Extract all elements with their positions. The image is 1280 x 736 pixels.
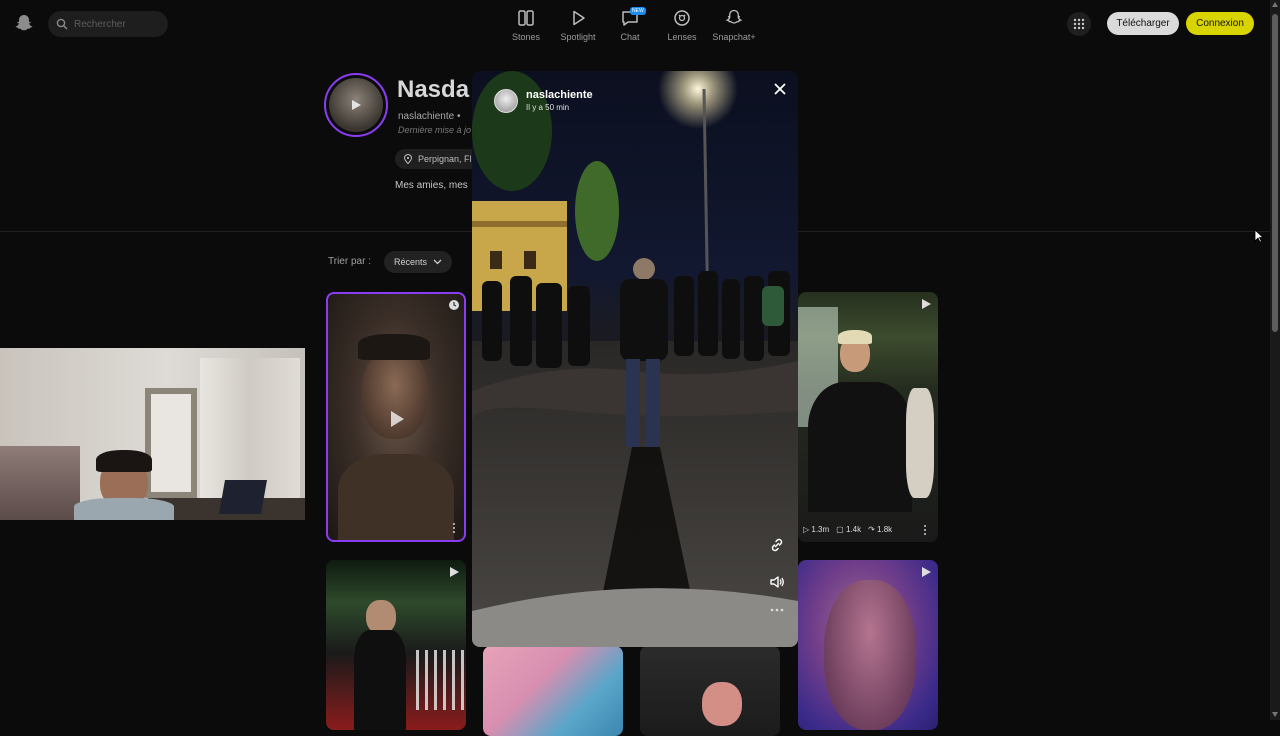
nav-chat[interactable]: NEW Chat — [604, 7, 656, 42]
search-icon — [56, 18, 68, 30]
webcam-overlay — [0, 348, 305, 520]
profile-bio: Mes amies, mes — [395, 180, 468, 191]
nav-lenses-label: Lenses — [667, 32, 697, 42]
snapchat-plus-icon — [725, 9, 743, 24]
profile-handle-line: naslachiente • — [398, 111, 460, 122]
profile-avatar-ring[interactable] — [324, 73, 388, 137]
search-bar[interactable] — [48, 11, 168, 37]
location-label: Perpignan, Fl — [418, 154, 472, 164]
story-viewer-modal[interactable]: naslachiente Il y a 50 min — [472, 71, 798, 647]
spotlight-tile[interactable] — [483, 646, 623, 736]
shares-stat: ↷ 1.8k — [868, 525, 893, 534]
top-bar: Stones Spotlight NEW Chat Lenses Snapcha… — [0, 0, 1270, 48]
laptop-shape — [219, 480, 267, 514]
new-badge: NEW — [630, 7, 646, 15]
close-icon[interactable] — [772, 81, 788, 97]
location-pin-icon — [403, 154, 413, 164]
link-icon[interactable] — [769, 537, 785, 553]
person-face-shape — [366, 600, 396, 634]
nav-stories-label: Stones — [511, 32, 541, 42]
spotlight-tile[interactable] — [798, 560, 938, 730]
shirt-shape — [338, 454, 454, 540]
story-timestamp: Il y a 50 min — [526, 103, 570, 112]
headset-shape — [96, 450, 152, 472]
handle-separator: • — [456, 111, 461, 122]
story-tile[interactable] — [326, 292, 466, 542]
story-meta: naslachiente Il y a 50 min — [526, 89, 593, 113]
nav-lenses[interactable]: Lenses — [656, 8, 708, 42]
sort-dropdown[interactable]: Récents — [384, 251, 453, 273]
scroll-down-arrow[interactable] — [1272, 712, 1278, 717]
scroll-up-arrow[interactable] — [1272, 2, 1278, 7]
scrollbar-thumb[interactable] — [1272, 14, 1278, 332]
play-icon — [573, 10, 585, 26]
stories-icon — [518, 10, 534, 26]
download-button[interactable]: Télécharger — [1107, 12, 1179, 35]
story-scene — [472, 71, 798, 647]
spotlight-tile[interactable] — [326, 560, 466, 730]
chat-icon-wrap: NEW — [620, 7, 646, 28]
play-icon — [352, 100, 361, 110]
profile-name: Nasda — [397, 76, 470, 103]
avatar — [329, 78, 383, 132]
shares-count: 1.8k — [877, 525, 893, 534]
chevron-down-icon — [433, 259, 442, 265]
views-stat: ▷ 1.3m — [803, 525, 830, 534]
comments-count: 1.4k — [845, 525, 862, 534]
avatar[interactable] — [494, 89, 518, 113]
story-username[interactable]: naslachiente — [526, 89, 593, 101]
play-icon — [450, 567, 459, 577]
spotlight-tile[interactable]: ▷ 1.3m ▢ 1.4k ↷ 1.8k — [798, 292, 938, 542]
play-icon — [922, 299, 931, 309]
nav-stories[interactable]: Stones — [500, 8, 552, 42]
person-face-shape — [702, 682, 742, 726]
more-vertical-icon — [924, 525, 926, 535]
sort-value: Récents — [394, 257, 428, 267]
lenses-icon — [674, 10, 690, 26]
page-scrollbar[interactable] — [1270, 0, 1280, 720]
last-updated: Dernière mise à jo — [398, 125, 472, 135]
nav-snapchat-plus[interactable]: Snapchat+ — [708, 8, 760, 42]
bed-shape — [0, 446, 80, 520]
apps-grid-icon — [1073, 18, 1085, 30]
profile-handle: naslachiente — [398, 111, 455, 122]
mouse-cursor-icon — [1254, 229, 1264, 243]
apps-grid-button[interactable] — [1067, 12, 1091, 36]
bystander-shape — [906, 388, 934, 498]
mirror-shape — [145, 388, 197, 498]
nav-spotlight[interactable]: Spotlight — [552, 8, 604, 42]
person-shirt-shape — [74, 498, 174, 520]
person-face-shape — [824, 580, 916, 730]
spotlight-tile[interactable] — [640, 646, 780, 736]
nav-chat-label: Chat — [620, 32, 640, 42]
search-input[interactable] — [74, 18, 154, 30]
snapchat-ghost-logo-icon[interactable] — [14, 13, 34, 33]
story-header: naslachiente Il y a 50 min — [494, 89, 593, 113]
views-count: 1.3m — [811, 525, 830, 534]
nav-spotlight-label: Spotlight — [560, 32, 596, 42]
login-button[interactable]: Connexion — [1186, 12, 1254, 35]
play-icon — [391, 411, 404, 427]
location-pill[interactable]: Perpignan, Fl — [395, 149, 480, 169]
main-nav: Stones Spotlight NEW Chat Lenses Snapcha… — [500, 7, 760, 42]
comments-stat: ▢ 1.4k — [836, 525, 862, 534]
clock-icon — [449, 300, 459, 310]
suit-shape — [354, 630, 406, 730]
hair-shape — [358, 334, 430, 360]
black-jersey-shape — [808, 382, 912, 512]
blond-hair-shape — [838, 330, 872, 344]
sort-label: Trier par : — [328, 256, 371, 267]
sound-icon[interactable] — [769, 574, 785, 590]
tile-stats: ▷ 1.3m ▢ 1.4k ↷ 1.8k — [803, 525, 892, 534]
nav-snapchat-plus-label: Snapchat+ — [712, 32, 756, 42]
more-vertical-icon — [453, 523, 455, 533]
more-horizontal-icon[interactable] — [769, 607, 785, 613]
barrier-shape — [416, 650, 466, 710]
play-icon — [922, 567, 931, 577]
